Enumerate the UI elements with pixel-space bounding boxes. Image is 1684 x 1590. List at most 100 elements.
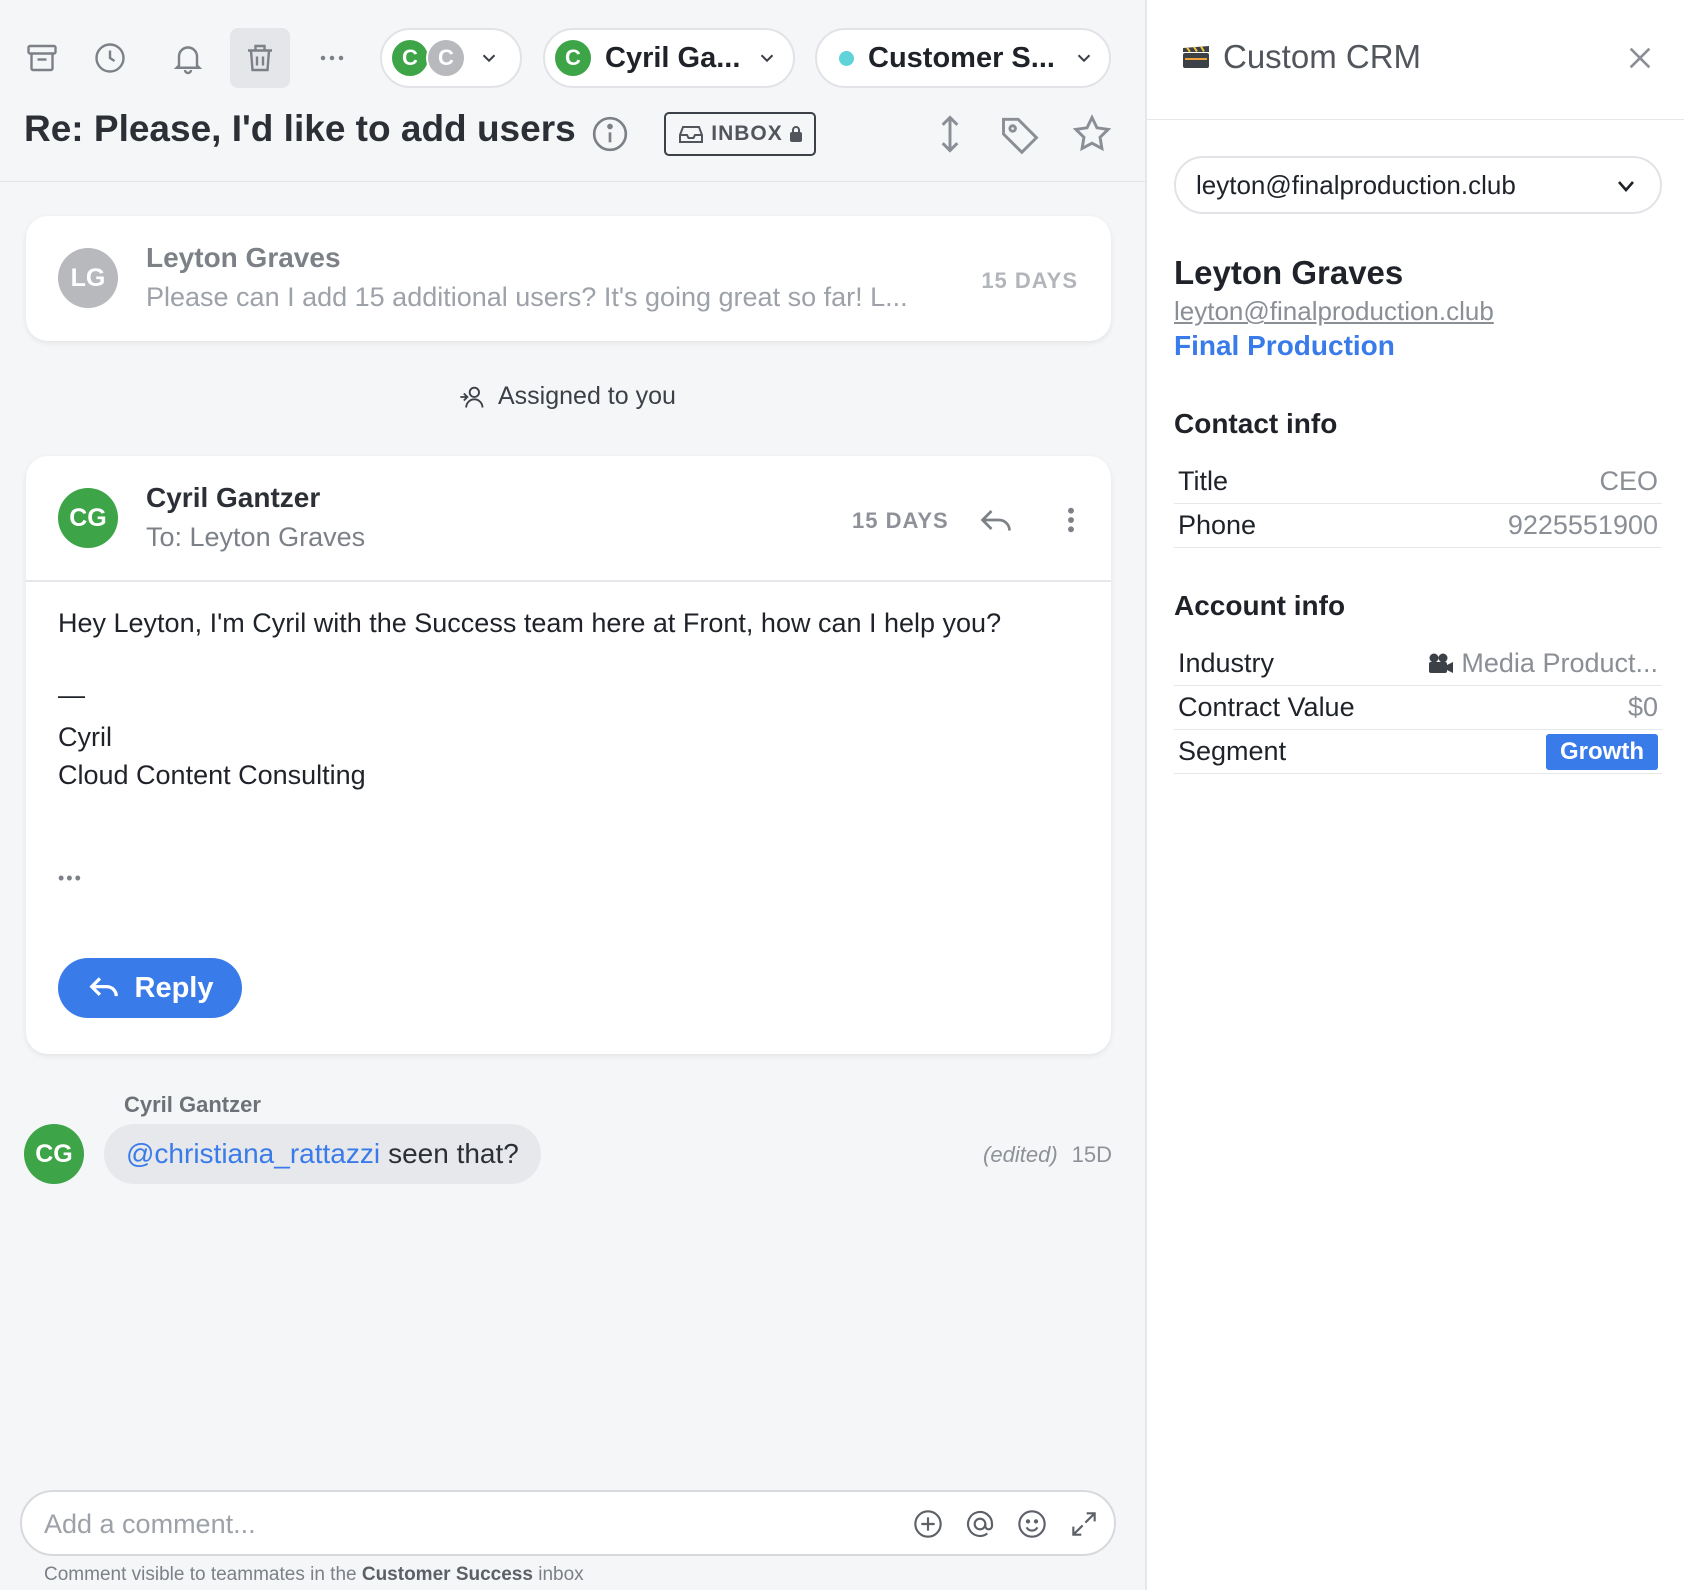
inbox-name: Customer S... (868, 41, 1055, 74)
inbox-color-dot (839, 50, 854, 66)
sender-avatar: CG (58, 488, 118, 548)
emoji-icon[interactable] (1016, 1508, 1048, 1540)
row-label: Segment (1178, 736, 1287, 766)
row-value: CEO (1599, 466, 1658, 496)
sender-name: Cyril Gantzer (146, 482, 321, 513)
contact-info-heading: Contact info (1174, 408, 1338, 439)
follower-avatar: C (390, 38, 430, 78)
company-link[interactable]: Final Production (1174, 330, 1395, 362)
crm-sidebar: Custom CRM leyton@finalproduction.club L… (1145, 0, 1684, 1590)
comment-meta: (edited) 15D (983, 1142, 1112, 1168)
crm-title-text: Custom CRM (1223, 38, 1422, 75)
assign-user-icon (460, 386, 484, 408)
sender-avatar: LG (58, 248, 118, 308)
comment-visibility-note: Comment visible to teammates in the Cust… (44, 1564, 584, 1586)
mention-link[interactable]: @christiana_rattazzi (126, 1138, 380, 1170)
comment-bubble[interactable]: @christiana_rattazzi seen that? (104, 1124, 541, 1184)
crm-row-contract-value: Contract Value $0 (1174, 686, 1662, 730)
crm-row-phone: Phone 9225551900 (1174, 504, 1662, 548)
comment-author: Cyril Gantzer (124, 1092, 261, 1117)
assignment-event: Assigned to you (458, 382, 676, 411)
lock-icon (789, 126, 802, 142)
chevron-down-icon (1077, 54, 1091, 63)
trash-icon[interactable] (230, 28, 290, 88)
star-icon[interactable] (1070, 112, 1114, 156)
more-horizontal-icon[interactable] (302, 28, 362, 88)
expanded-message: CG Cyril Gantzer To: Leyton Graves 15 DA… (26, 456, 1111, 1054)
archive-icon[interactable] (12, 28, 72, 88)
row-value: 9225551900 (1507, 510, 1658, 540)
expand-messages-icon[interactable] (928, 112, 972, 156)
follower-avatar: C (426, 38, 466, 78)
clapperboard-icon (1183, 45, 1209, 68)
more-vertical-icon[interactable] (1056, 504, 1086, 536)
assignee-name: Cyril Ga... (605, 41, 741, 74)
crm-header: Custom CRM (1147, 0, 1684, 120)
row-value: Media Product... (1461, 648, 1658, 678)
conversation-toolbar: C C C Cyril Ga... Customer S... Re: Plea… (0, 0, 1145, 182)
message-age: 15 DAYS (981, 268, 1078, 293)
message-body: Hey Leyton, I'm Cyril with the Success t… (58, 608, 1002, 638)
assignment-event-text: Assigned to you (498, 382, 676, 410)
row-label: Contract Value (1178, 692, 1355, 722)
sender-name: Leyton Graves (146, 242, 341, 273)
contact-email-link[interactable]: leyton@finalproduction.club (1174, 296, 1494, 327)
inbox-tray-icon (679, 126, 704, 143)
crm-title: Custom CRM (1181, 38, 1421, 76)
note-prefix: Comment visible to teammates in the (44, 1564, 357, 1585)
contact-name: Leyton Graves (1174, 254, 1404, 291)
row-value: $0 (1627, 692, 1658, 722)
signature-company: Cloud Content Consulting (58, 760, 366, 790)
note-suffix: inbox (538, 1564, 584, 1585)
collapsed-message[interactable]: LG Leyton Graves Please can I add 15 add… (26, 216, 1111, 341)
contact-select-value: leyton@finalproduction.club (1196, 169, 1516, 200)
contact-select[interactable]: leyton@finalproduction.club (1174, 156, 1662, 214)
reply-arrow-icon (88, 977, 118, 997)
inbox-dropdown[interactable]: Customer S... (815, 28, 1111, 88)
comment-composer (20, 1490, 1116, 1556)
bell-icon[interactable] (158, 28, 218, 88)
message-recipients: To: Leyton Graves (146, 522, 366, 552)
conversation-subject: Re: Please, I'd like to add users (24, 108, 576, 149)
comment-age: 15D (1071, 1142, 1112, 1167)
assignee-avatar: C (553, 38, 593, 78)
row-label: Industry (1178, 648, 1275, 678)
message-age: 15 DAYS (852, 508, 949, 533)
attach-plus-icon[interactable] (912, 1508, 944, 1540)
chevron-down-icon (761, 54, 774, 63)
signature-name: Cyril (58, 722, 112, 752)
conversation-pane: C C C Cyril Ga... Customer S... Re: Plea… (0, 0, 1145, 1590)
comment-avatar: CG (24, 1124, 84, 1184)
inbox-badge[interactable]: INBOX (664, 112, 816, 156)
movie-camera-icon (1429, 653, 1454, 673)
account-info-heading: Account info (1174, 590, 1346, 621)
segment-badge: Growth (1546, 733, 1658, 770)
reply-button[interactable]: Reply (58, 958, 242, 1018)
crm-row-segment: Segment Growth (1174, 730, 1662, 774)
crm-row-industry: Industry Media Product... (1174, 642, 1662, 686)
row-value-wrap: Media Product... (1427, 648, 1658, 679)
snooze-clock-icon[interactable] (80, 28, 140, 88)
expand-composer-icon[interactable] (1068, 1508, 1100, 1540)
close-icon[interactable] (1624, 42, 1656, 74)
followers-dropdown[interactable]: C C (380, 28, 522, 88)
chevron-down-icon (482, 54, 496, 63)
message-preview: Please can I add 15 additional users? It… (146, 282, 908, 312)
row-label: Phone (1178, 510, 1257, 540)
crm-row-title: Title CEO (1174, 460, 1662, 504)
mention-at-icon[interactable] (964, 1508, 996, 1540)
assignee-dropdown[interactable]: C Cyril Ga... (543, 28, 795, 88)
reply-button-label: Reply (134, 971, 214, 1004)
comment-input[interactable] (44, 1504, 804, 1544)
quoted-text-toggle[interactable]: ••• (58, 868, 83, 889)
tag-icon[interactable] (998, 112, 1042, 156)
message-divider (26, 580, 1111, 582)
signature-dash: — (58, 680, 85, 710)
comment-text: seen that? (388, 1138, 519, 1169)
chevron-down-icon (1618, 181, 1634, 192)
reply-arrow-icon[interactable] (978, 502, 1014, 538)
note-inbox: Customer Success (361, 1564, 533, 1585)
comment-edited-flag: (edited) (983, 1142, 1058, 1167)
inbox-badge-label: INBOX (711, 122, 783, 145)
info-icon[interactable] (590, 114, 630, 154)
